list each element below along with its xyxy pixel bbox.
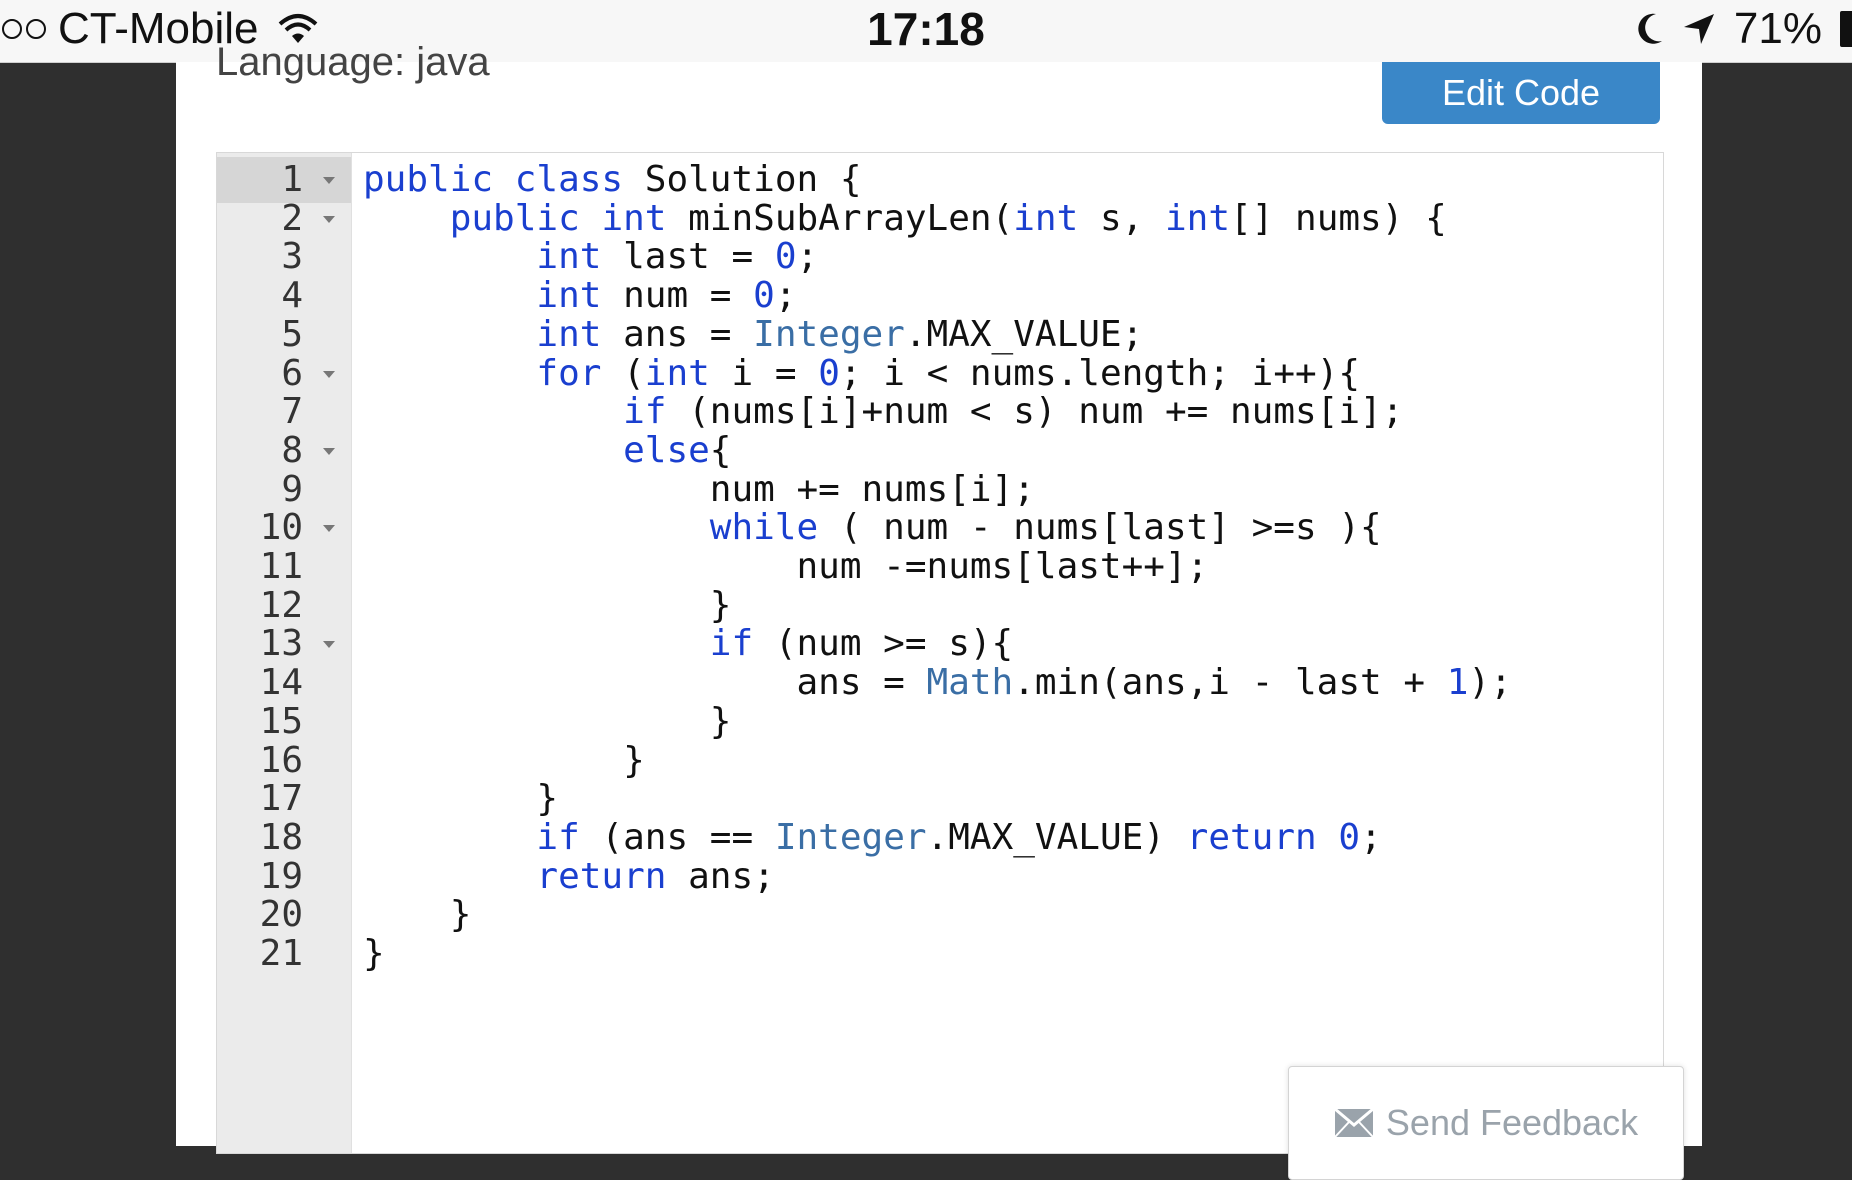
code-token: if — [536, 816, 580, 858]
code-token: num -=nums[last++]; — [363, 546, 1209, 587]
code-token: class — [514, 159, 624, 200]
moon-icon — [1638, 13, 1662, 44]
code-token: (nums[i]+num < s) num += nums[i]; — [666, 391, 1404, 433]
code-token: .MAX_VALUE; — [904, 313, 1144, 355]
fold-arrow-icon[interactable] — [323, 370, 335, 378]
code-token: 0 — [818, 352, 840, 394]
fold-arrow-icon[interactable] — [323, 641, 335, 649]
code-token: .min(ans,i - last + — [1013, 662, 1447, 704]
code-token: 0 — [1338, 816, 1361, 858]
code-token: (ans == — [579, 816, 775, 858]
code-token: ; — [796, 236, 819, 278]
code-token: int — [1164, 197, 1231, 239]
feedback-label: Send Feedback — [1385, 1102, 1639, 1143]
fold-arrow-icon[interactable] — [323, 215, 335, 223]
code-token: 0 — [774, 236, 797, 278]
fold-arrow-icon[interactable] — [323, 447, 335, 455]
code-token: } — [363, 933, 385, 974]
code-token: Integer — [774, 816, 927, 858]
code-token: ( num - nums[last] >=s ){ — [818, 507, 1382, 549]
code-token: int — [536, 313, 602, 355]
code-token: int — [536, 275, 602, 317]
status-right: 71% — [1634, 4, 1852, 54]
envelope-icon — [1333, 1108, 1374, 1138]
code-token: ans = — [601, 313, 754, 355]
edit-code-button[interactable]: Edit Code — [1382, 62, 1660, 124]
line-number-gutter: 1 2 3 4 5 6 7 8 9 10 11 12 13 14 15 16 17 18 19 20 21 — [217, 153, 352, 1153]
fold-arrow-icon[interactable] — [323, 177, 335, 184]
code-token: ; — [774, 275, 797, 317]
code-token: int — [1013, 197, 1079, 239]
code-token: return — [1186, 816, 1317, 858]
code-token: 0 — [753, 275, 775, 317]
code-token: num += nums[i]; — [363, 468, 1035, 510]
code-token: ans = — [363, 662, 927, 704]
code-token: for — [536, 352, 602, 394]
code-token: last = — [601, 236, 775, 278]
code-token: [] nums) { — [1230, 197, 1447, 239]
code-token: ; i < nums.length; i++){ — [839, 352, 1361, 394]
fold-arrow-icon[interactable] — [323, 525, 335, 533]
code-token: ; — [1360, 816, 1382, 858]
code-token: ( — [601, 352, 645, 394]
code-token: Math — [926, 662, 1014, 704]
code-token: } — [363, 778, 559, 820]
code-token: while — [709, 507, 819, 549]
code-token: if — [623, 391, 667, 433]
code-token: (num >= s){ — [753, 623, 1014, 665]
code-token: if — [709, 623, 754, 665]
send-feedback-button[interactable]: Send Feedback — [1288, 1066, 1684, 1180]
battery-percent: 71% — [1733, 4, 1822, 53]
location-arrow-icon — [1683, 14, 1714, 44]
problem-page: Language: java Edit Code 1 2 3 4 5 6 7 8 9 10 11 12… — [176, 40, 1702, 1180]
code-token: ans; — [666, 855, 775, 897]
code-token: ); — [1468, 662, 1512, 704]
code-token: } — [363, 894, 472, 936]
code-token: s, — [1078, 197, 1165, 239]
battery-icon — [1840, 11, 1852, 47]
code-token: int — [644, 352, 710, 394]
code-token: i = — [709, 352, 819, 394]
code-token: minSubArrayLen( — [666, 197, 1014, 239]
language-label: Language: java — [216, 40, 490, 84]
code-token: { — [709, 429, 732, 471]
code-token: } — [363, 739, 645, 781]
code-token: return — [536, 855, 667, 897]
code-token: int — [601, 197, 667, 239]
code-token: Integer — [753, 313, 905, 355]
line-number: 21 — [259, 933, 303, 974]
code-token: int — [536, 236, 602, 278]
code-token: } — [363, 700, 732, 742]
code-token: else — [623, 429, 710, 471]
code-token: } — [363, 584, 732, 626]
code-token: public — [363, 159, 494, 200]
code-editor[interactable]: 1 2 3 4 5 6 7 8 9 10 11 12 13 14 15 16 17 18 19 20 21 public… — [216, 152, 1664, 1154]
code-token: public — [449, 197, 580, 239]
code-line: } — [363, 931, 385, 977]
code-token: Solution { — [623, 159, 862, 200]
code-token: .MAX_VALUE) — [926, 816, 1187, 858]
code-token: 1 — [1446, 662, 1469, 704]
code-token: num = — [601, 275, 754, 317]
